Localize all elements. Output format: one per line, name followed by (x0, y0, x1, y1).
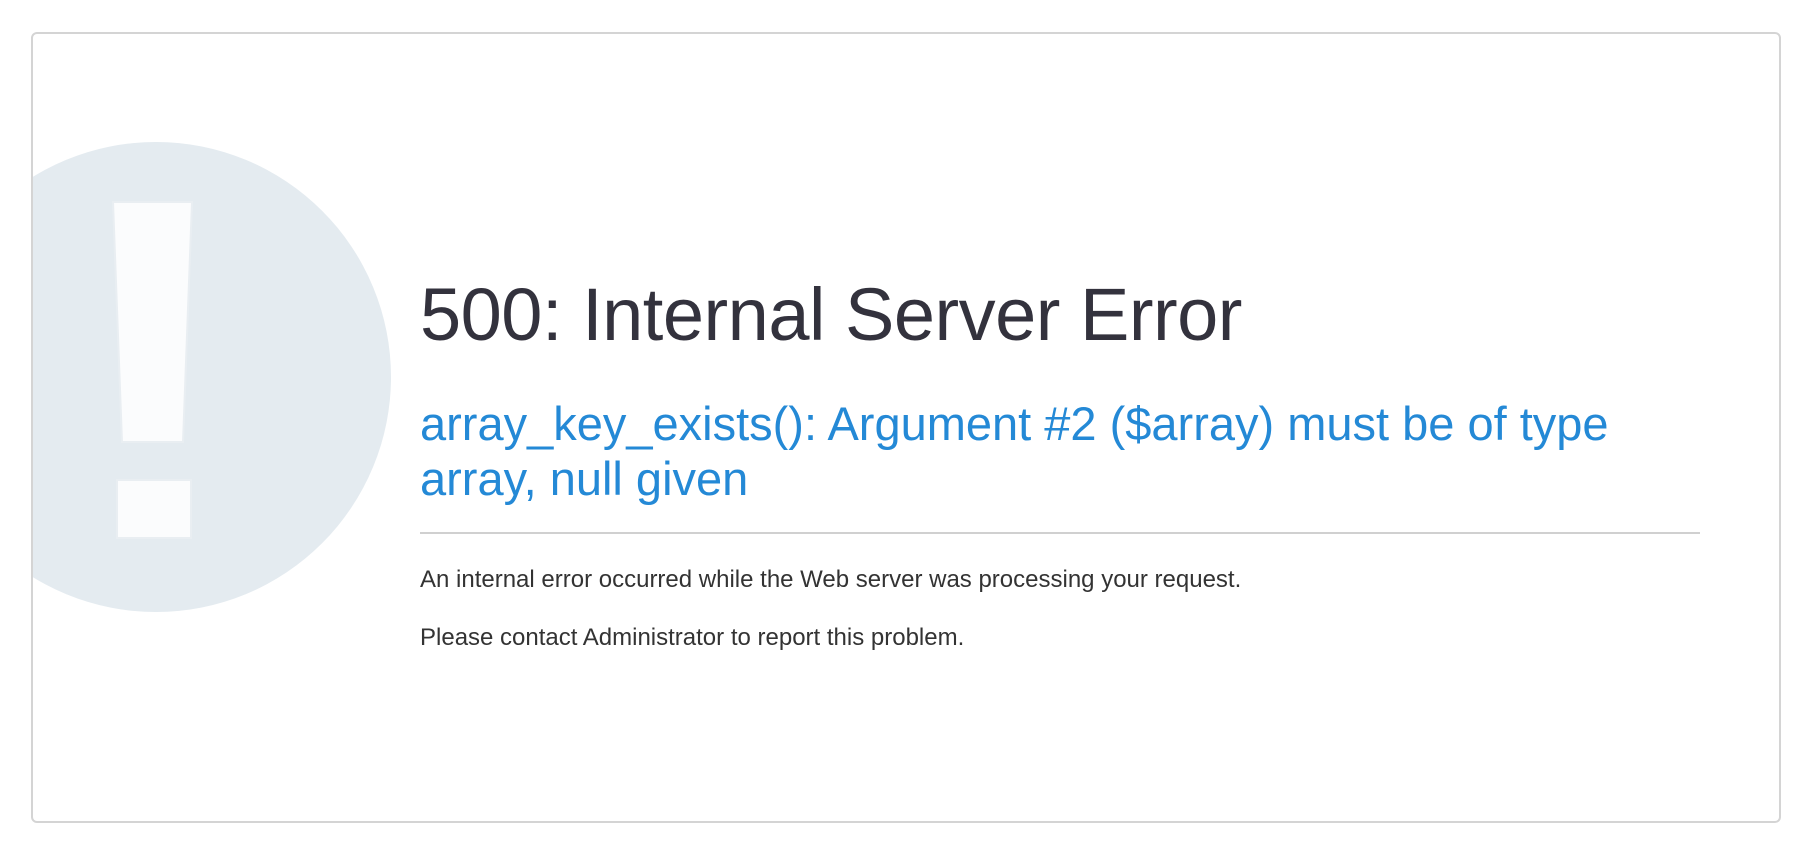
error-message: array_key_exists(): Argument #2 ($array)… (420, 397, 1609, 505)
error-content: 500: Internal Server Error array_key_exi… (420, 272, 1700, 652)
divider (420, 532, 1700, 534)
contact-notice: Please contact Administrator to report t… (420, 624, 965, 651)
error-title: 500: Internal Server Error (420, 273, 1242, 356)
exclamation-icon (33, 142, 391, 612)
error-description: An internal error occurred while the Web… (420, 566, 1242, 593)
error-panel: 500: Internal Server Error array_key_exi… (31, 32, 1781, 823)
